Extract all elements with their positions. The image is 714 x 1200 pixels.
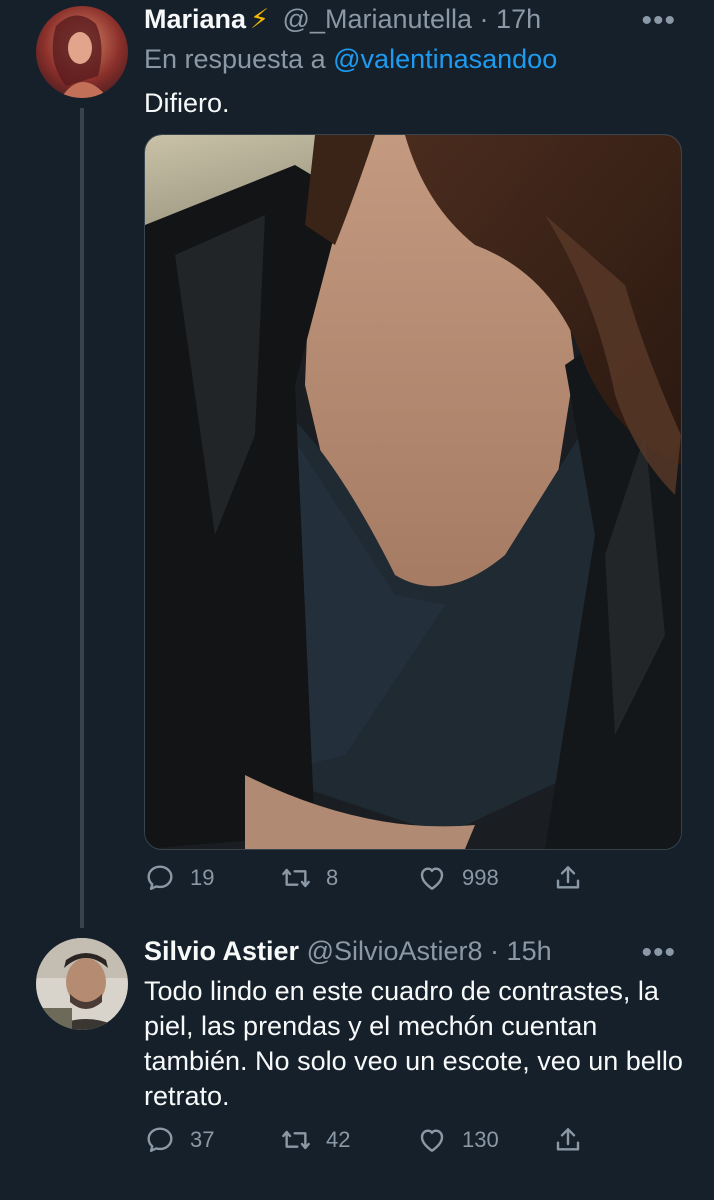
like-button[interactable]: 998 bbox=[416, 862, 499, 894]
like-count: 998 bbox=[462, 865, 499, 890]
like-count: 130 bbox=[462, 1127, 499, 1152]
handle[interactable]: @_Marianutella bbox=[283, 4, 473, 34]
avatar-image bbox=[36, 6, 128, 98]
reply-count: 19 bbox=[190, 865, 215, 890]
reply-count: 37 bbox=[190, 1127, 215, 1152]
avatar-silvio[interactable] bbox=[36, 938, 128, 1030]
share-icon bbox=[556, 866, 580, 889]
retweet-icon bbox=[282, 1130, 310, 1150]
display-name[interactable]: Silvio Astier bbox=[144, 936, 299, 966]
tweet-text: Todo lindo en este cuadro de contrastes,… bbox=[144, 976, 683, 1111]
reply-prefix: En respuesta a bbox=[144, 44, 326, 74]
tweet-mariana[interactable]: Mariana ⚡ @_Marianutella · 17h ••• En res… bbox=[0, 0, 714, 930]
tweet-header: Silvio Astier @SilvioAstier8 · 15h bbox=[144, 936, 552, 967]
like-button[interactable]: 130 bbox=[416, 1124, 499, 1156]
reply-context: En respuesta a @valentinasandoo bbox=[144, 44, 557, 75]
thread-line bbox=[80, 108, 84, 928]
separator-dot: · bbox=[472, 4, 497, 34]
retweet-button[interactable]: 42 bbox=[280, 1124, 350, 1156]
timestamp[interactable]: 15h bbox=[507, 936, 552, 966]
separator-dot: · bbox=[482, 936, 507, 966]
reply-button[interactable]: 19 bbox=[144, 862, 214, 894]
avatar-image bbox=[36, 938, 128, 1030]
more-icon[interactable]: ••• bbox=[641, 6, 676, 36]
photo-image bbox=[145, 135, 681, 849]
tweet-header: Mariana ⚡ @_Marianutella · 17h bbox=[144, 4, 541, 35]
reply-button[interactable]: 37 bbox=[144, 1124, 214, 1156]
retweet-count: 42 bbox=[326, 1127, 351, 1152]
heart-icon bbox=[420, 1129, 444, 1152]
reply-icon bbox=[147, 865, 173, 890]
share-icon bbox=[556, 1128, 580, 1151]
tweet-actions: 37 42 130 bbox=[144, 1124, 604, 1164]
display-name[interactable]: Mariana bbox=[144, 4, 246, 34]
avatar-mariana[interactable] bbox=[36, 6, 128, 98]
retweet-icon bbox=[282, 868, 310, 888]
lightning-emoji: ⚡ bbox=[250, 4, 270, 34]
heart-icon bbox=[420, 867, 444, 890]
tweet-actions: 19 8 998 bbox=[144, 862, 604, 902]
tweet-silvio[interactable]: Silvio Astier @SilvioAstier8 · 15h ••• T… bbox=[0, 930, 714, 1200]
handle[interactable]: @SilvioAstier8 bbox=[307, 936, 483, 966]
share-button[interactable] bbox=[552, 862, 584, 894]
tweet-text: Difiero. bbox=[144, 88, 230, 118]
tweet-photo[interactable] bbox=[144, 134, 682, 850]
more-icon[interactable]: ••• bbox=[641, 938, 676, 968]
share-button[interactable] bbox=[552, 1124, 584, 1156]
retweet-count: 8 bbox=[326, 865, 339, 890]
retweet-button[interactable]: 8 bbox=[280, 862, 338, 894]
reply-icon bbox=[147, 1127, 173, 1152]
timestamp[interactable]: 17h bbox=[496, 4, 541, 34]
reply-handle-link[interactable]: @valentinasandoo bbox=[333, 44, 557, 74]
